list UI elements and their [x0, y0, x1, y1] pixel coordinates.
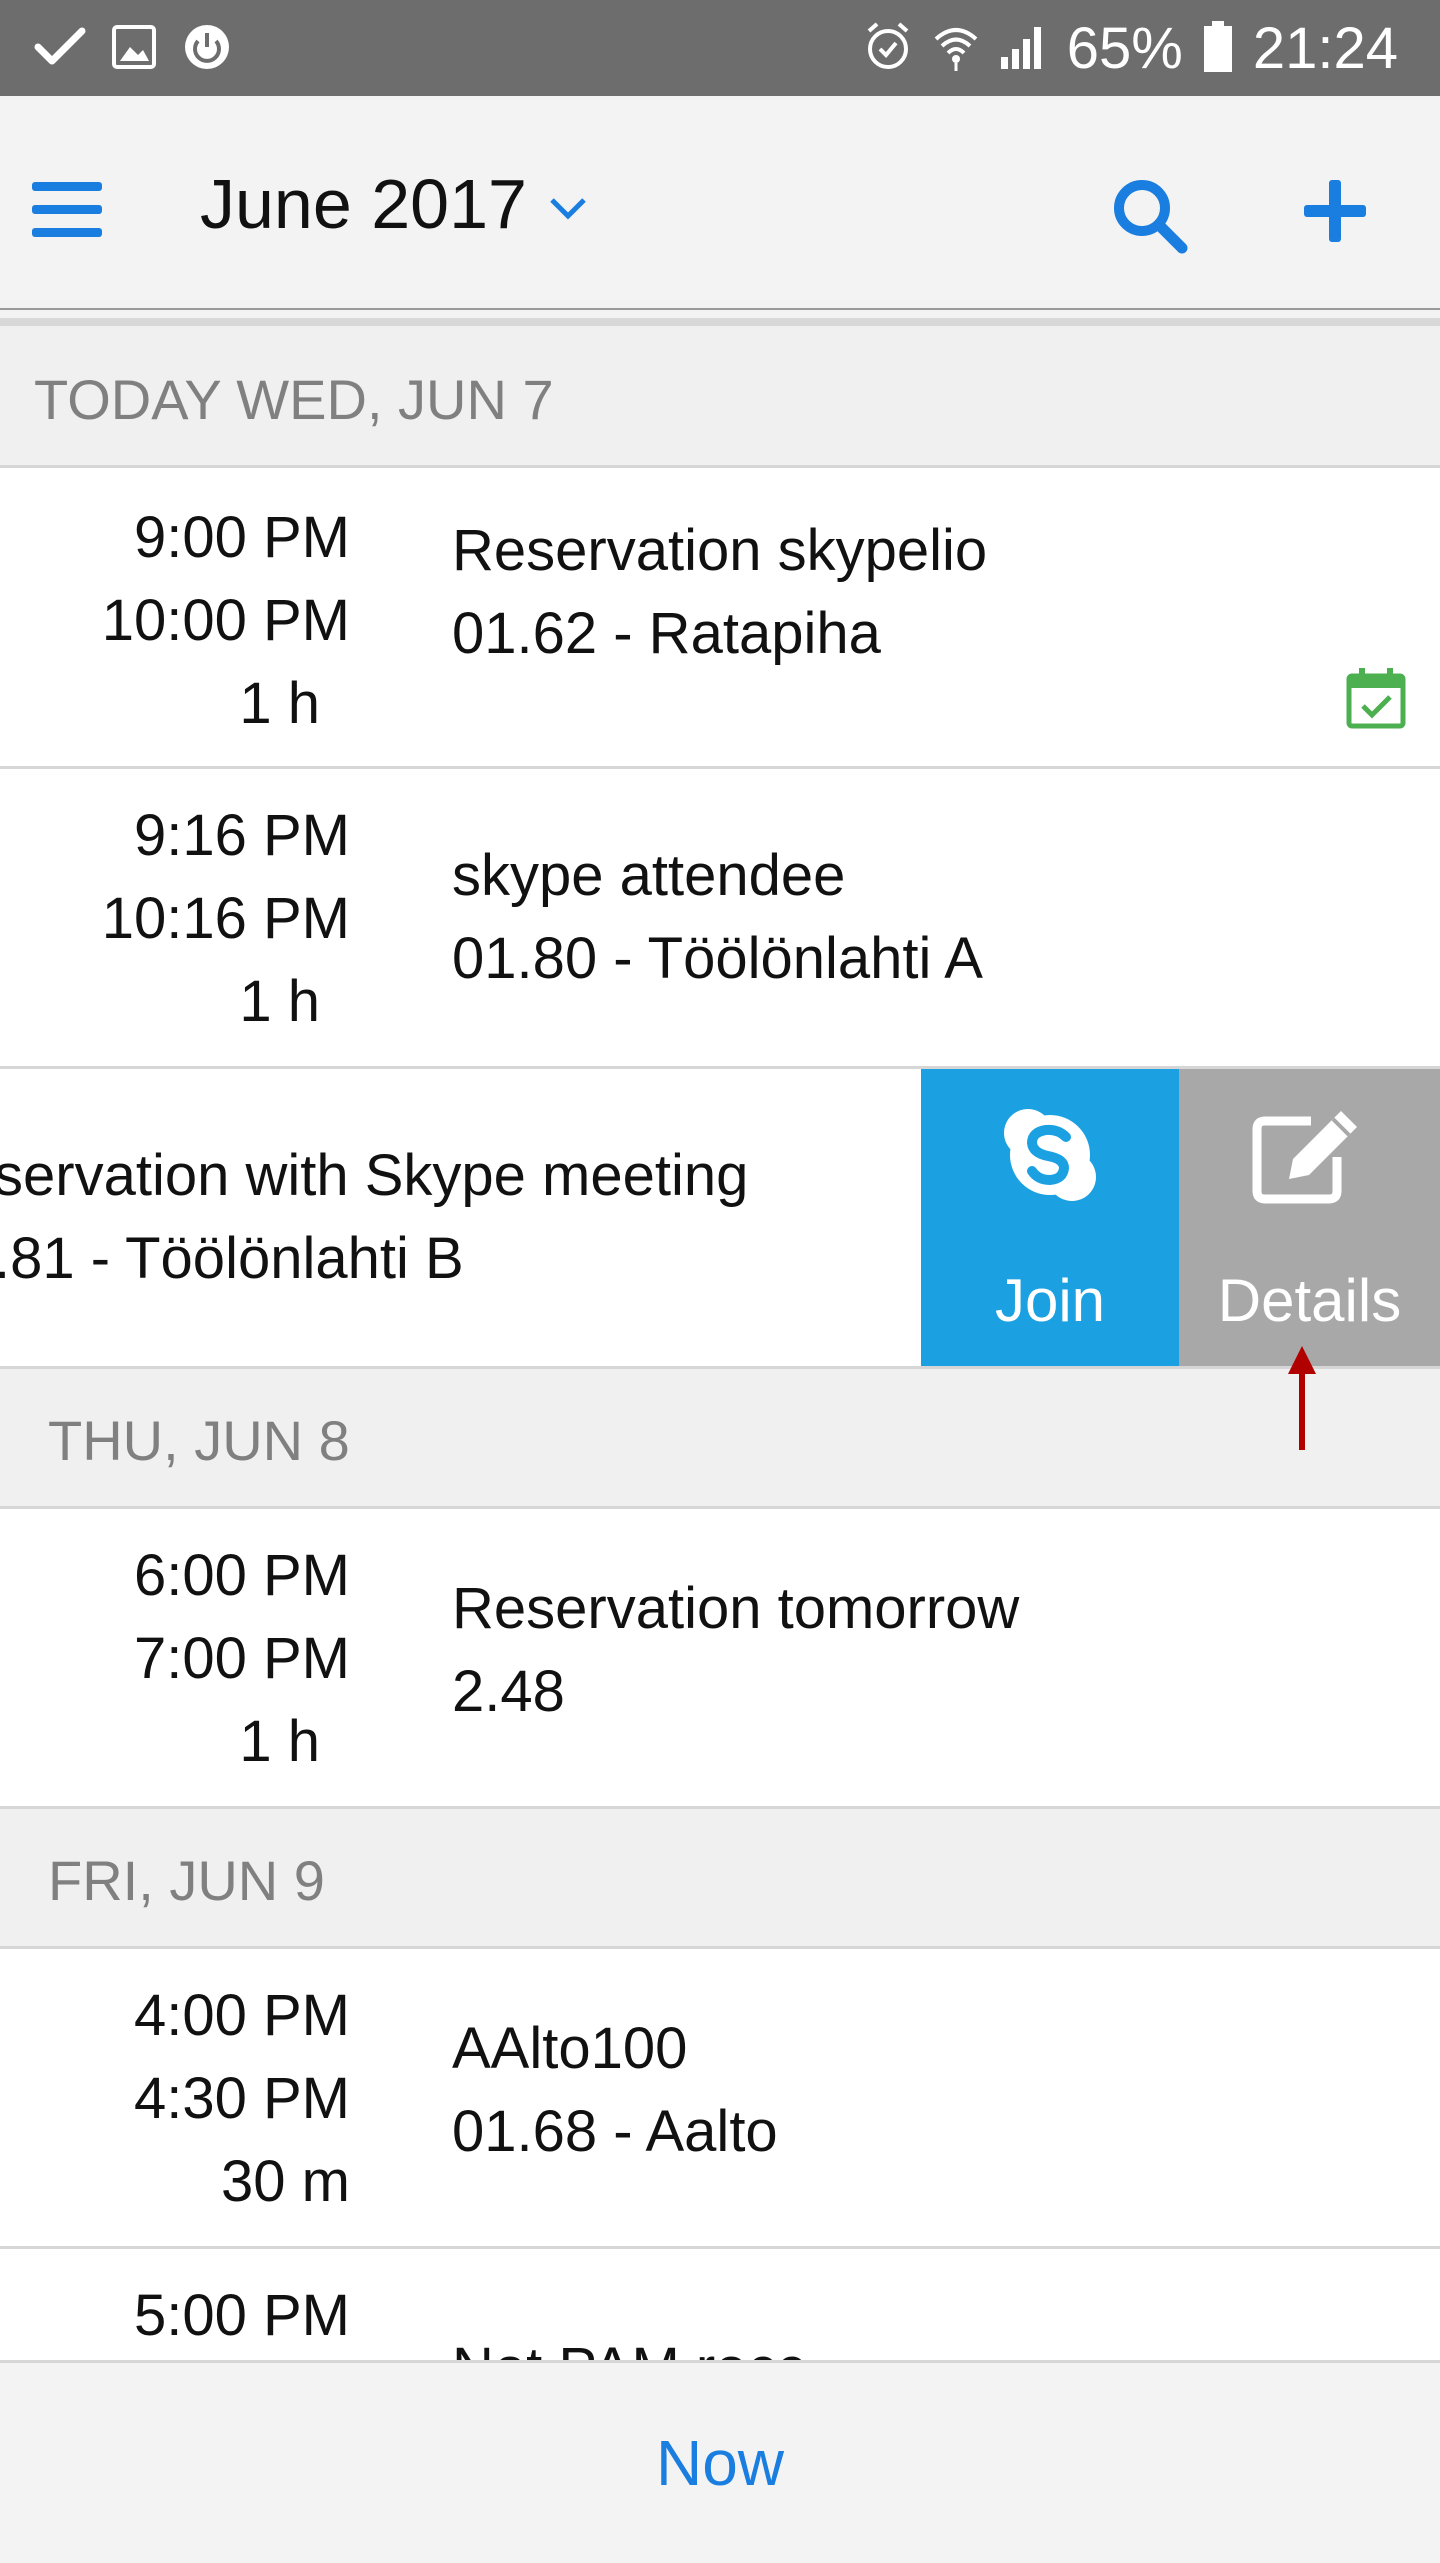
event-title: AAlto100 [452, 2016, 688, 2081]
event-end: 10:16 PM [101, 886, 350, 951]
event-times: 4:00 PM 4:30 PM 30 m [0, 1974, 350, 2223]
event-location: 2.48 [452, 1659, 565, 1724]
skype-icon [1000, 1105, 1100, 1205]
power-icon [182, 22, 232, 77]
bottom-bar: Now [0, 2360, 1440, 2560]
clock: 21:24 [1252, 16, 1398, 81]
event-duration: 30 m [221, 2149, 350, 2214]
event-duration: 1 h [239, 1709, 320, 1774]
status-right-icons: 65% 21:24 [863, 14, 1398, 84]
event-details: Reservation skypelio 01.62 - Ratapiha [452, 509, 987, 675]
event-start: 4:00 PM [134, 1983, 350, 2048]
event-end: 10:00 PM [101, 588, 350, 653]
event-details: Reservation tomorrow 2.48 [452, 1567, 1019, 1733]
chevron-down-icon[interactable] [548, 194, 588, 224]
agenda-list[interactable]: TODAY WED, JUN 7 9:00 PM 10:00 PM 1 h Re… [0, 326, 1440, 2360]
search-icon[interactable] [1110, 176, 1190, 256]
alarm-icon [863, 21, 913, 78]
event-start: 9:00 PM [134, 505, 350, 570]
event-location: 01.80 - Töölönlahti A [452, 926, 983, 991]
wifi-icon [933, 21, 979, 78]
image-icon [112, 24, 156, 74]
join-button[interactable]: Join [921, 1069, 1179, 1366]
event-row[interactable]: 6:00 PM 7:00 PM 1 h Reservation tomorrow… [0, 1509, 1440, 1809]
plus-icon[interactable] [1300, 176, 1370, 246]
status-bar: 65% 21:24 [0, 0, 1440, 96]
event-title: Not PAM recc [452, 2327, 805, 2360]
event-end: 4:30 PM [134, 2066, 350, 2131]
day-header-label: FRI, JUN 9 [48, 1849, 325, 1912]
join-label: Join [994, 1267, 1106, 1334]
day-header-label: THU, JUN 8 [48, 1409, 350, 1472]
event-details: Not PAM recc [452, 2327, 805, 2360]
day-header: THU, JUN 8 [0, 1369, 1440, 1509]
annotation-arrow [1282, 1346, 1322, 1456]
event-location: 01.68 - Aalto [452, 2099, 778, 2164]
battery-icon [1203, 20, 1233, 78]
day-header: FRI, JUN 9 [0, 1809, 1440, 1949]
edit-icon [1249, 1107, 1369, 1207]
event-duration: 1 h [239, 969, 320, 1034]
event-times: 9:16 PM 10:16 PM 1 h [0, 794, 350, 1043]
event-start: 5:00 PM [134, 2283, 350, 2348]
calendar-check-icon [1346, 666, 1406, 730]
day-header-label: TODAY WED, JUN 7 [34, 368, 554, 431]
event-times: 5:00 PM [0, 2274, 350, 2357]
event-location: .81 - Töölönlahti B [0, 1226, 464, 1291]
event-details: AAlto100 01.68 - Aalto [452, 2007, 778, 2173]
event-title: skype attendee [452, 843, 846, 908]
event-row[interactable]: 9:16 PM 10:16 PM 1 h skype attendee 01.8… [0, 769, 1440, 1069]
check-icon [34, 25, 86, 74]
details-label: Details [1217, 1267, 1402, 1334]
day-header: TODAY WED, JUN 7 [0, 326, 1440, 468]
event-start: 9:16 PM [134, 803, 350, 868]
now-button[interactable]: Now [0, 2363, 1440, 2563]
event-title: Reservation skypelio [452, 518, 988, 583]
event-start: 6:00 PM [134, 1543, 350, 1608]
event-title: Reservation tomorrow [452, 1576, 1020, 1641]
event-times: 9:00 PM 10:00 PM 1 h [0, 496, 350, 745]
event-row[interactable]: 4:00 PM 4:30 PM 30 m AAlto100 01.68 - Aa… [0, 1949, 1440, 2249]
battery-percent: 65% [1066, 16, 1183, 81]
event-details: skype attendee 01.80 - Töölönlahti A [452, 834, 983, 1000]
event-title: servation with Skype meeting [0, 1143, 749, 1208]
month-selector-title[interactable]: June 2017 [200, 162, 527, 246]
event-row[interactable]: 5:00 PM Not PAM recc [0, 2249, 1440, 2360]
event-row-swiped[interactable]: servation with Skype meeting .81 - Töölö… [0, 1069, 1440, 1369]
signal-icon [999, 23, 1047, 76]
event-duration: 1 h [239, 671, 320, 736]
event-row[interactable]: 9:00 PM 10:00 PM 1 h Reservation skypeli… [0, 468, 1440, 769]
event-details: servation with Skype meeting .81 - Töölö… [0, 1134, 748, 1300]
details-button[interactable]: Details [1179, 1069, 1440, 1366]
event-end: 7:00 PM [134, 1626, 350, 1691]
event-times: 6:00 PM 7:00 PM 1 h [0, 1534, 350, 1783]
menu-icon[interactable] [32, 180, 104, 240]
event-location: 01.62 - Ratapiha [452, 601, 881, 666]
app-header: June 2017 [0, 96, 1440, 310]
status-left-icons [34, 18, 232, 80]
header-divider [0, 318, 1440, 326]
